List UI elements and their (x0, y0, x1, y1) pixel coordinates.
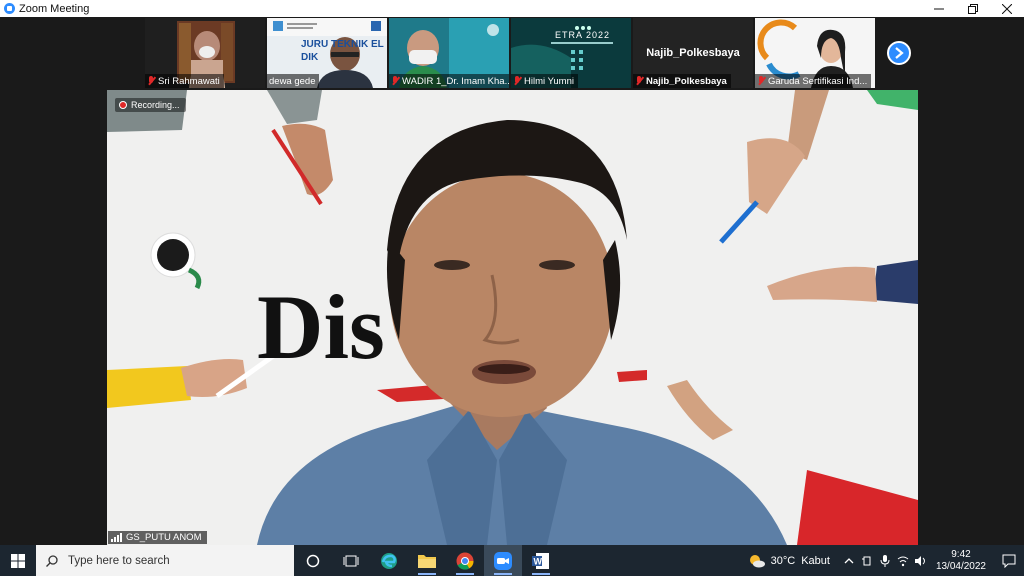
zoom-app-icon (4, 3, 15, 14)
weather-widget[interactable]: 30°C Kabut (749, 554, 830, 568)
muted-mic-icon (391, 76, 399, 86)
minimize-icon (934, 8, 944, 9)
muted-mic-icon (635, 76, 643, 86)
participant-name: Garuda Sertifikasi Ind... (768, 75, 868, 87)
participant-name: Sri Rahmawati (158, 75, 220, 87)
network-icon[interactable] (894, 545, 912, 576)
weather-partly-cloudy-icon (749, 554, 765, 567)
participant-name: dewa gede (269, 75, 316, 87)
close-icon (1002, 3, 1012, 14)
taskbar-search-box[interactable]: Type here to search (36, 545, 294, 576)
chevron-right-icon (895, 47, 904, 59)
notification-center-button[interactable] (994, 545, 1024, 576)
chrome-browser-icon (456, 552, 474, 570)
muted-mic-icon (757, 76, 765, 86)
word-taskbar-button[interactable]: W (522, 545, 560, 576)
muted-mic-icon (147, 76, 155, 86)
participant-tile[interactable]: WADIR 1_Dr. Imam Kha... (389, 18, 509, 88)
participant-name: Hilmi Yumni (524, 75, 574, 87)
zoom-camera-icon (494, 551, 512, 570)
minimize-button[interactable] (922, 0, 956, 17)
participant-name-bar: dewa gede (267, 74, 320, 88)
recording-indicator[interactable]: Recording... (115, 98, 186, 112)
title-bar: Zoom Meeting (0, 0, 1024, 17)
participant-tile[interactable]: ETRA 2022 Hilmi Yumni (511, 18, 631, 88)
system-tray: 30°C Kabut 9:42 13/04/2022 (749, 545, 1024, 576)
zoom-taskbar-button[interactable] (484, 545, 522, 576)
edge-taskbar-button[interactable] (370, 545, 408, 576)
recording-label: Recording... (131, 100, 180, 110)
close-button[interactable] (990, 0, 1024, 17)
windows-logo-icon (11, 553, 25, 568)
start-button[interactable] (0, 545, 36, 576)
next-participants-button[interactable] (887, 41, 911, 65)
banner-text: ETRA 2022 (555, 30, 611, 40)
volume-icon[interactable] (912, 545, 930, 576)
participant-name: WADIR 1_Dr. Imam Kha... (402, 75, 509, 87)
participant-name-bar: WADIR 1_Dr. Imam Kha... (389, 74, 509, 88)
clock-date: 13/04/2022 (935, 560, 986, 572)
speaker-name-tag: GS_PUTU ANOM (108, 531, 207, 544)
participant-name-bar: Sri Rahmawati (145, 74, 224, 88)
participant-display-name: Najib_Polkesbaya (646, 47, 740, 59)
maximize-button[interactable] (956, 0, 990, 17)
meeting-area: Sri Rahmawati JURU TEKNIK EL DIK dewa ge… (0, 17, 1024, 545)
microphone-icon[interactable] (876, 545, 894, 576)
muted-mic-icon (513, 76, 521, 86)
display-icon[interactable] (858, 545, 876, 576)
participant-tile[interactable]: Garuda Sertifikasi Ind... (755, 18, 875, 88)
file-explorer-taskbar-button[interactable] (408, 545, 446, 576)
taskbar: Type here to search W 30°C Kabut 9:42 13… (0, 545, 1024, 576)
banner-text: JURU TEKNIK EL DIK (301, 39, 384, 63)
participant-strip: Sri Rahmawati JURU TEKNIK EL DIK dewa ge… (145, 18, 875, 88)
signal-strength-icon (111, 533, 122, 542)
restore-icon (968, 3, 978, 14)
search-placeholder: Type here to search (68, 554, 170, 567)
recording-icon (119, 101, 127, 109)
folder-icon (418, 555, 436, 568)
search-icon (46, 554, 58, 567)
participant-name-bar: Najib_Polkesbaya (633, 74, 731, 88)
clock-time: 9:42 (951, 548, 971, 560)
cortana-circle-icon (306, 554, 320, 567)
participant-name: Najib_Polkesbaya (646, 75, 727, 87)
participant-name-bar: Garuda Sertifikasi Ind... (755, 74, 872, 88)
participant-tile[interactable]: Najib_Polkesbaya Najib_Polkesbaya (633, 18, 753, 88)
svg-text:W: W (534, 556, 543, 566)
weather-temperature: 30°C (770, 554, 796, 567)
word-doc-icon: W (532, 552, 549, 569)
participant-tile[interactable]: Sri Rahmawati (145, 18, 265, 88)
active-speaker-video[interactable]: Dis on Recording... GS_PUTU ANOM (107, 90, 918, 545)
speaker-name: GS_PUTU ANOM (126, 532, 202, 543)
window-title: Zoom Meeting (19, 2, 90, 15)
taskbar-clock[interactable]: 9:42 13/04/2022 (936, 549, 986, 573)
weather-description: Kabut (801, 554, 830, 567)
task-view-button[interactable] (332, 545, 370, 576)
cortana-button[interactable] (294, 545, 332, 576)
task-view-icon (343, 555, 359, 566)
chevron-up-icon[interactable] (840, 545, 858, 576)
notification-icon (1002, 554, 1016, 568)
participant-tile[interactable]: JURU TEKNIK EL DIK dewa gede (267, 18, 387, 88)
chrome-taskbar-button[interactable] (446, 545, 484, 576)
edge-browser-icon (381, 552, 397, 569)
participant-name-bar: Hilmi Yumni (511, 74, 578, 88)
speaker-video-frame: Dis on (107, 90, 918, 545)
